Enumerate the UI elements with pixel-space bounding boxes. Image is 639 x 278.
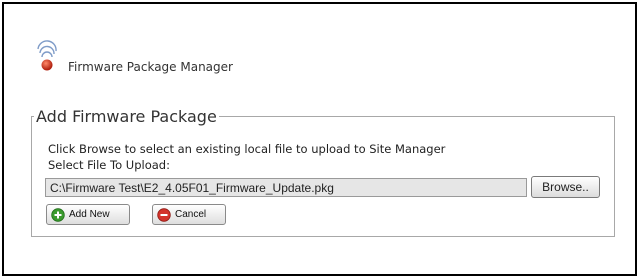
select-file-label: Select File To Upload: <box>48 158 170 172</box>
add-new-label: Add New <box>69 209 110 220</box>
cancel-label: Cancel <box>175 209 207 220</box>
plus-circle-icon <box>51 208 65 222</box>
cancel-button[interactable]: Cancel <box>152 204 226 225</box>
instructions: Click Browse to select an existing local… <box>48 141 445 173</box>
browse-button[interactable]: Browse.. <box>531 176 600 198</box>
instruction-text: Click Browse to select an existing local… <box>48 142 446 156</box>
minus-circle-icon <box>157 208 171 222</box>
group-legend: Add Firmware Package <box>36 107 217 126</box>
wireless-signal-icon <box>37 40 57 71</box>
add-new-button[interactable]: Add New <box>46 204 130 225</box>
app-title: Firmware Package Manager <box>68 60 233 74</box>
file-path-field[interactable]: C:\Firmware Test\E2_4.05F01_Firmware_Upd… <box>45 178 527 197</box>
